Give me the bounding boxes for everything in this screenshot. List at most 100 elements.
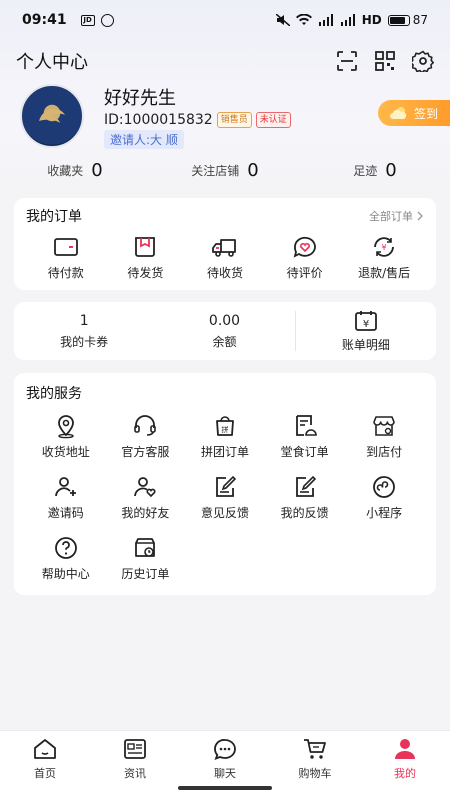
svg-text:¥: ¥	[382, 243, 387, 252]
service-dine-in-orders[interactable]: 堂食订单	[265, 413, 345, 460]
scan-icon[interactable]	[336, 50, 358, 72]
qr-code-icon[interactable]	[374, 50, 396, 72]
tab-cart-label: 购物车	[298, 767, 332, 780]
friend-heart-icon	[134, 477, 156, 498]
bill-details-label: 账单明细	[341, 337, 390, 352]
stat-favorites[interactable]: 收藏夹 0	[0, 156, 150, 184]
feedback-document-icon	[295, 475, 316, 497]
stat-footprint-value: 0	[385, 159, 397, 181]
tab-chat-label: 聊天	[214, 767, 236, 780]
user-name: 好好先生	[104, 87, 176, 109]
status-bar: 09:41 JD HD 87	[0, 0, 450, 40]
truck-icon	[212, 239, 236, 257]
bill-details[interactable]: ¥ 账单明细	[296, 310, 436, 353]
order-refund-aftersales[interactable]: ¥ 退款/售后	[344, 234, 424, 281]
battery-fill-icon	[389, 16, 406, 24]
service-group-orders-label: 拼团订单	[200, 445, 249, 459]
bill-calendar-icon: ¥	[354, 310, 377, 331]
profile-section: 好好先生 ID:1000015832 销售员 未认证 邀请人:大 顺	[20, 84, 440, 149]
service-feedback[interactable]: 意见反馈	[185, 474, 265, 521]
service-help-center[interactable]: 帮助中心	[26, 535, 106, 582]
role-badge: 销售员	[216, 111, 252, 128]
orders-title: 我的订单	[26, 209, 82, 225]
order-pending-payment[interactable]: 待付款	[26, 234, 106, 281]
settings-gear-icon[interactable]	[412, 50, 434, 72]
stat-followed-shops-value: 0	[247, 159, 259, 181]
wallet-icon	[53, 238, 78, 256]
dine-in-document-icon	[295, 415, 317, 436]
service-my-feedback-label: 我的反馈	[280, 506, 329, 520]
tab-home[interactable]: 首页	[0, 731, 90, 800]
shopping-cart-icon	[304, 739, 326, 759]
balance-label: 余额	[212, 334, 237, 349]
orders-card: 我的订单 全部订单 待付款 待发货 待收货 待评价 ¥ 退款/售后	[14, 198, 436, 290]
service-order-history-label: 历史订单	[121, 567, 170, 581]
cloud-sun-icon	[389, 107, 407, 119]
service-feedback-label: 意见反馈	[200, 506, 249, 520]
service-pay-at-store-label: 到店付	[366, 445, 403, 459]
service-my-feedback[interactable]: 我的反馈	[265, 474, 345, 521]
review-heart-icon	[293, 236, 316, 258]
verify-status-badge: 未认证	[255, 111, 291, 128]
balance-value: 0.00	[208, 312, 241, 329]
stat-footprint[interactable]: 足迹 0	[300, 156, 450, 184]
service-mini-program[interactable]: 小程序	[344, 474, 424, 521]
service-shipping-address[interactable]: 收货地址	[26, 413, 106, 460]
order-pending-shipment[interactable]: 待发货	[106, 234, 186, 281]
order-pending-review-label: 待评价	[286, 266, 323, 280]
wifi-icon	[295, 14, 312, 25]
signal-icon	[318, 14, 333, 26]
mute-icon	[275, 14, 290, 26]
service-my-friends-label: 我的好友	[121, 506, 170, 520]
coupons-label: 我的卡券	[60, 334, 109, 349]
service-customer-support[interactable]: 官方客服	[106, 413, 186, 460]
service-dine-in-orders-label: 堂食订单	[280, 445, 329, 459]
service-pay-at-store[interactable]: 到店付	[344, 413, 424, 460]
order-refund-aftersales-label: 退款/售后	[358, 266, 411, 280]
service-invite-code-label: 邀请码	[47, 506, 84, 520]
signal-icon-2	[340, 14, 355, 26]
service-my-friends[interactable]: 我的好友	[106, 474, 186, 521]
service-invite-code[interactable]: 邀请码	[26, 474, 106, 521]
headset-icon	[134, 415, 157, 436]
inviter-label: 邀请人:大 顺	[104, 129, 184, 149]
order-pending-shipment-label: 待发货	[127, 266, 164, 280]
signin-button[interactable]: 签到	[378, 100, 450, 126]
chat-bubble-icon	[214, 739, 236, 761]
tab-me-label: 我的	[394, 767, 416, 780]
service-order-history[interactable]: 历史订单	[106, 535, 186, 582]
stat-followed-shops-label: 关注店铺	[191, 163, 240, 178]
tab-news[interactable]: 资讯	[90, 731, 180, 800]
location-pin-icon	[57, 415, 74, 439]
refund-icon: ¥	[374, 237, 395, 257]
order-pending-receipt[interactable]: 待收货	[185, 234, 265, 281]
page-title: 个人中心	[16, 52, 88, 73]
balance[interactable]: 0.00 余额	[154, 313, 294, 350]
stat-followed-shops[interactable]: 关注店铺 0	[150, 156, 300, 184]
tab-cart[interactable]: 购物车	[270, 731, 360, 800]
user-profile-icon	[395, 739, 415, 759]
my-coupons[interactable]: 1 我的卡券	[14, 313, 154, 350]
stat-favorites-label: 收藏夹	[47, 163, 84, 178]
service-shipping-address-label: 收货地址	[41, 445, 90, 459]
order-pending-payment-label: 待付款	[47, 266, 84, 280]
avatar[interactable]	[20, 84, 84, 148]
mini-program-icon	[373, 476, 396, 498]
order-pending-review[interactable]: 待评价	[265, 234, 345, 281]
service-group-orders[interactable]: 拼 拼团订单	[185, 413, 265, 460]
all-orders-link[interactable]: 全部订单	[369, 208, 424, 224]
check-notification-icon	[100, 13, 114, 27]
order-pending-receipt-label: 待收货	[206, 266, 243, 280]
home-indicator	[178, 786, 272, 790]
status-time: 09:41	[22, 12, 67, 28]
all-orders-label: 全部订单	[369, 210, 413, 223]
chevron-right-icon	[417, 211, 423, 221]
news-icon	[124, 739, 146, 759]
service-customer-support-label: 官方客服	[121, 445, 170, 459]
tab-me[interactable]: 我的	[360, 731, 450, 800]
jd-notification-icon: JD	[80, 14, 95, 26]
group-buy-bag-icon: 拼	[216, 416, 234, 436]
history-box-icon	[135, 538, 156, 557]
coupons-count: 1	[79, 312, 89, 329]
stats-row: 收藏夹 0 关注店铺 0 足迹 0	[0, 156, 450, 184]
